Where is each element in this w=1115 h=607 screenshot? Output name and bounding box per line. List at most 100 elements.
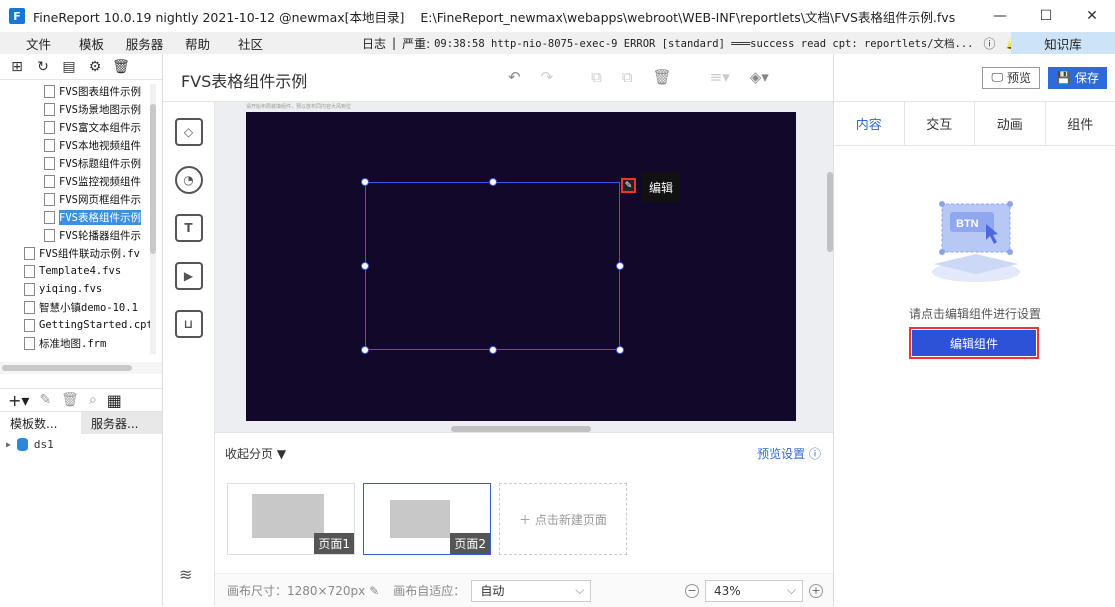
tree-item-label: Template4.fvs [39,265,121,277]
file-icon [24,337,35,350]
resize-handle[interactable] [361,262,369,270]
tab-component[interactable]: 组件 [1046,102,1115,145]
adapt-value: 自动 [480,582,504,599]
open-file-icon[interactable]: ▤ [60,59,78,75]
canvas-size-label: 画布尺寸： [227,582,287,599]
pencil-icon[interactable]: ✎ [621,178,636,193]
datasource-item[interactable]: ▶ ds1 [0,434,162,454]
settings-icon[interactable]: ⚙ [86,59,104,75]
menu-community[interactable]: 社区 [224,34,277,53]
tree-item[interactable]: FVS场景地图示例 [0,100,162,118]
new-folder-icon[interactable]: ⊞ [8,59,26,75]
delete-icon[interactable]: 🗑 [112,59,130,75]
minimize-button[interactable]: — [977,0,1023,32]
zoom-select[interactable]: 43% ⌵ [705,580,803,602]
file-icon [44,121,55,134]
cube-icon[interactable]: ◇ [175,118,203,146]
edit-tooltip: 编辑 [642,172,680,202]
tab-template-data[interactable]: 模板数... [0,412,81,434]
align-icon[interactable]: ≡▾ [710,68,730,86]
title-bar: F FineReport 10.0.19 nightly 2021-10-12 … [0,0,1115,32]
zoom-out-icon[interactable]: − [685,584,699,598]
left-toolbar: ⊞ ↻ ▤ ⚙ 🗑 [0,54,162,80]
tree-item[interactable]: 标准地图.frm [0,334,162,352]
resize-handle[interactable] [616,262,624,270]
tree-item[interactable]: FVS组件联动示例.fv [0,244,162,262]
collapse-pages-button[interactable]: 收起分页 ▼ [225,445,286,462]
caret-down-icon: ▼ [277,447,286,461]
adapt-select[interactable]: 自动 ⌵ [471,580,591,602]
zoom-in-icon[interactable]: + [809,584,823,598]
tree-hscrollbar[interactable] [0,362,162,374]
tree-item[interactable]: 智慧小镇demo-10.1 [0,298,162,316]
tree-scrollbar[interactable] [150,84,156,354]
refresh-icon[interactable]: ↻ [34,59,52,75]
layer-icon[interactable]: ◈▾ [750,68,769,86]
template-tree: FVS图表组件示例FVS场景地图示例FVS富文本组件示FVS本地视频组件FVS标… [0,80,162,362]
page-thumbnail-active[interactable]: 页面2 [363,483,491,555]
tree-item[interactable]: Template4.fvs [0,262,162,280]
maximize-button[interactable]: ☐ [1023,0,1069,32]
trash-icon[interactable]: 🗑 [653,68,672,86]
help-icon[interactable]: ⓘ [809,447,821,461]
tree-item[interactable]: FVS本地视频组件 [0,136,162,154]
expand-icon[interactable]: ▶ [6,440,11,449]
save-button[interactable]: 💾保存 [1048,67,1107,89]
remove-icon[interactable]: 🗑 [61,392,79,408]
preview-settings-link[interactable]: 预览设置 ⓘ [757,445,821,462]
tree-item-label: 智慧小镇demo-10.1 [39,300,138,315]
layers-icon[interactable]: ≋ [179,565,192,584]
tree-item[interactable]: yiqing.fvs [0,280,162,298]
file-icon [24,319,35,332]
tree-item[interactable]: FVS富文本组件示 [0,118,162,136]
tree-item[interactable]: FVS监控视频组件 [0,172,162,190]
resize-handle[interactable] [616,346,624,354]
log-label[interactable]: 日志 [362,35,386,52]
knowledge-base-button[interactable]: 知识库 [1011,32,1115,54]
tab-animation[interactable]: 动画 [975,102,1046,145]
menu-server[interactable]: 服务器 [118,34,171,53]
menu-file[interactable]: 文件 [12,34,65,53]
new-page-button[interactable]: ＋ 点击新建页面 [499,483,627,555]
undo-icon[interactable]: ↶ [508,68,521,86]
page-thumbnail[interactable]: 页面1 [227,483,355,555]
menu-help[interactable]: 帮助 [171,34,224,53]
chart-pie-icon[interactable]: ◔ [175,166,203,194]
menu-template[interactable]: 模板 [65,34,118,53]
copy-icon[interactable]: ⧉ [591,68,602,86]
edit-icon[interactable]: ✎ [39,392,51,408]
tree-item[interactable]: FVS标题组件示例 [0,154,162,172]
tree-item[interactable]: GettingStarted.cpt [0,316,162,334]
preview-button[interactable]: 🖵预览 [982,67,1040,89]
tree-item[interactable]: FVS图表组件示例 [0,82,162,100]
redo-icon[interactable]: ↷ [541,68,554,86]
file-path: E:\FineReport_newmax\webapps\webroot\WEB… [420,7,955,26]
tab-interaction[interactable]: 交互 [905,102,976,145]
file-icon [44,103,55,116]
edit-component-button[interactable]: 编辑组件 [912,330,1036,356]
resize-handle[interactable] [489,178,497,186]
preview-data-icon[interactable]: ⌕ [89,392,97,408]
close-button[interactable]: ✕ [1069,0,1115,32]
tab-server-data[interactable]: 服务器... [81,412,162,434]
inbox-icon[interactable]: ⊔ [175,310,203,338]
info-icon[interactable]: ⓘ [983,35,995,52]
thumbnail-preview [252,494,324,538]
resize-handle[interactable] [361,346,369,354]
video-icon[interactable]: ▶ [175,262,203,290]
log-bar[interactable]: 日志 | 严重: 09:38:58 http-nio-8075-exec-9 E… [362,32,1020,54]
add-icon[interactable]: +▾ [8,391,29,410]
tab-content[interactable]: 内容 [834,102,905,145]
canvas[interactable]: ✎ 编辑 [246,112,796,421]
tree-item[interactable]: FVS轮播器组件示 [0,226,162,244]
tree-item[interactable]: FVS网页框组件示 [0,190,162,208]
resize-handle[interactable] [361,178,369,186]
selected-component[interactable] [365,182,620,350]
resize-handle[interactable] [489,346,497,354]
file-icon [44,157,55,170]
paste-icon[interactable]: ⧉ [622,68,633,86]
pencil-icon[interactable]: ✎ [369,584,379,598]
text-icon[interactable]: T [175,214,203,242]
table-icon[interactable]: ▦ [107,391,122,410]
tree-item[interactable]: FVS表格组件示例 [0,208,162,226]
